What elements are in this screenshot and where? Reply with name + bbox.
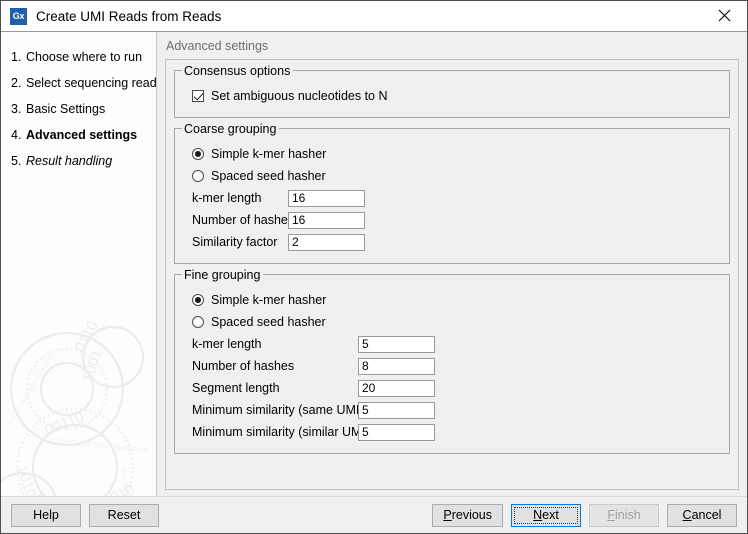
sidebar-item-label: Advanced settings — [26, 128, 138, 142]
close-icon — [718, 9, 731, 22]
cancel-mnemonic: C — [682, 508, 692, 522]
sidebar-item-basic-settings[interactable]: 3. Basic Settings — [1, 96, 156, 122]
svg-text:GCATTAGCCTAGGATCCAAGT: GCATTAGCCTAGGATCCAAGT — [119, 467, 134, 496]
fine-min-similarity-similar-umi-row: Minimum similarity (similar UMI) — [183, 421, 721, 443]
coarse-number-of-hashes-label: Number of hashes — [192, 213, 295, 227]
next-mnemonic: N — [533, 508, 543, 522]
wizard-steps-sidebar: 0110 1001 00110 10101 01010 011010 ACGTT… — [1, 32, 157, 496]
close-button[interactable] — [702, 1, 747, 30]
title-bar: Gx Create UMI Reads from Reads — [1, 1, 747, 32]
radio-icon[interactable] — [192, 294, 204, 306]
coarse-similarity-factor-row: Similarity factor — [183, 231, 721, 253]
svg-text:10101: 10101 — [13, 463, 42, 496]
fine-kmer-length-label: k-mer length — [192, 337, 262, 351]
settings-scroll-area: Consensus options Set ambiguous nucleoti… — [165, 59, 739, 490]
svg-text:1001: 1001 — [79, 347, 106, 384]
step-number: 2. — [11, 76, 22, 90]
group-legend-coarse: Coarse grouping — [182, 122, 280, 136]
radio-icon[interactable] — [192, 148, 204, 160]
fine-min-similarity-same-umi-row: Minimum similarity (same UMI) — [183, 399, 721, 421]
finish-label-rest: inish — [614, 508, 641, 522]
coarse-number-of-hashes-row: Number of hashes — [183, 209, 721, 231]
fine-kmer-length-input[interactable] — [358, 335, 435, 353]
fine-kmer-length-row: k-mer length — [183, 333, 721, 355]
svg-text:TTGCAAGCTTAACGGATCCGTA: TTGCAAGCTTAACGGATCCGTA — [59, 439, 149, 454]
fine-min-similarity-same-umi-input[interactable] — [358, 401, 435, 419]
sidebar-item-label: Select sequencing reads — [26, 76, 157, 90]
step-number: 1. — [11, 50, 22, 64]
svg-text:0110: 0110 — [72, 318, 102, 354]
cancel-label-rest: ancel — [691, 508, 722, 522]
previous-button[interactable]: Previous — [432, 503, 503, 527]
finish-mnemonic: F — [607, 508, 615, 522]
fine-number-of-hashes-label: Number of hashes — [192, 359, 295, 373]
next-label-rest: ext — [542, 508, 559, 522]
set-ambiguous-nucleotides-row[interactable]: Set ambiguous nucleotides to N — [183, 85, 721, 107]
fine-min-similarity-similar-umi-label: Minimum similarity (similar UMI) — [192, 425, 370, 439]
svg-text:ACGTTGACCATGGCTAGCTA: ACGTTGACCATGGCTAGCTA — [8, 353, 57, 426]
fine-grouping-group: Fine grouping Simple k-mer hasher Spaced… — [174, 268, 730, 454]
help-button[interactable]: Help — [11, 503, 81, 527]
coarse-radio-spaced-label: Spaced seed hasher — [211, 169, 326, 183]
fine-min-similarity-same-umi-label: Minimum similarity (same UMI) — [192, 403, 364, 417]
coarse-number-of-hashes-input[interactable] — [288, 211, 365, 229]
coarse-radio-spaced-seed-hasher[interactable]: Spaced seed hasher — [183, 165, 721, 187]
svg-text:00110: 00110 — [43, 409, 87, 439]
radio-icon[interactable] — [192, 170, 204, 182]
coarse-similarity-factor-input[interactable] — [288, 233, 365, 251]
window-title: Create UMI Reads from Reads — [36, 8, 222, 24]
step-number: 4. — [11, 128, 22, 142]
dialog-footer: Help Reset Previous Next Finish Cancel — [1, 496, 747, 533]
previous-mnemonic: P — [443, 508, 452, 522]
fine-number-of-hashes-row: Number of hashes — [183, 355, 721, 377]
group-legend-fine: Fine grouping — [182, 268, 264, 282]
coarse-kmer-length-row: k-mer length — [183, 187, 721, 209]
sidebar-item-select-sequencing-reads[interactable]: 2. Select sequencing reads — [1, 70, 156, 96]
clc-watermark-logo: 0110 1001 00110 10101 01010 011010 ACGTT… — [1, 318, 149, 496]
coarse-kmer-length-label: k-mer length — [192, 191, 262, 205]
settings-panel: Advanced settings Consensus options Set … — [157, 32, 747, 496]
step-number: 3. — [11, 102, 22, 116]
page-title: Advanced settings — [166, 39, 269, 53]
fine-segment-length-input[interactable] — [358, 379, 435, 397]
fine-segment-length-label: Segment length — [192, 381, 280, 395]
sidebar-item-label: Result handling — [26, 154, 113, 168]
fine-segment-length-row: Segment length — [183, 377, 721, 399]
dialog-content: 0110 1001 00110 10101 01010 011010 ACGTT… — [1, 32, 747, 496]
radio-icon[interactable] — [192, 316, 204, 328]
set-ambiguous-nucleotides-label: Set ambiguous nucleotides to N — [211, 89, 388, 103]
next-button[interactable]: Next — [511, 503, 581, 527]
fine-radio-simple-kmer-hasher[interactable]: Simple k-mer hasher — [183, 289, 721, 311]
sidebar-item-label: Basic Settings — [26, 102, 106, 116]
coarse-grouping-group: Coarse grouping Simple k-mer hasher Spac… — [174, 122, 730, 264]
group-legend-consensus: Consensus options — [182, 64, 294, 78]
fine-radio-spaced-seed-hasher[interactable]: Spaced seed hasher — [183, 311, 721, 333]
fine-number-of-hashes-input[interactable] — [358, 357, 435, 375]
svg-text:01010: 01010 — [31, 492, 56, 496]
previous-label-rest: revious — [451, 508, 492, 522]
svg-text:011010: 011010 — [86, 481, 138, 496]
dialog-window: Gx Create UMI Reads from Reads 0110 1001… — [0, 0, 748, 534]
fine-radio-spaced-label: Spaced seed hasher — [211, 315, 326, 329]
reset-button[interactable]: Reset — [89, 503, 159, 527]
sidebar-item-advanced-settings[interactable]: 4. Advanced settings — [1, 122, 156, 148]
consensus-options-group: Consensus options Set ambiguous nucleoti… — [174, 64, 730, 118]
steps-list: 1. Choose where to run 2. Select sequenc… — [1, 32, 156, 174]
sidebar-item-choose-where-to-run[interactable]: 1. Choose where to run — [1, 44, 156, 70]
coarse-radio-simple-label: Simple k-mer hasher — [211, 147, 327, 161]
sidebar-item-result-handling[interactable]: 5. Result handling — [1, 148, 156, 174]
step-number: 5. — [11, 154, 22, 168]
checkbox-icon[interactable] — [192, 90, 204, 102]
sidebar-item-label: Choose where to run — [26, 50, 143, 64]
fine-min-similarity-similar-umi-input[interactable] — [358, 423, 435, 441]
app-icon: Gx — [10, 7, 27, 25]
coarse-similarity-factor-label: Similarity factor — [192, 235, 278, 249]
fine-radio-simple-label: Simple k-mer hasher — [211, 293, 327, 307]
coarse-kmer-length-input[interactable] — [288, 189, 365, 207]
finish-button: Finish — [589, 503, 659, 527]
cancel-button[interactable]: Cancel — [667, 503, 737, 527]
coarse-radio-simple-kmer-hasher[interactable]: Simple k-mer hasher — [183, 143, 721, 165]
